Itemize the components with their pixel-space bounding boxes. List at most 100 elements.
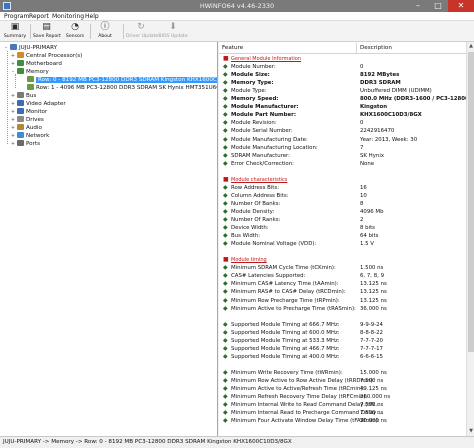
tree-node[interactable]: + Monitor <box>10 108 47 116</box>
grid-row[interactable]: ◆ Supported Module Timing at 400.0 MHz: 6-… <box>219 353 474 361</box>
sensors-button[interactable]: ◔ Sensors <box>63 22 87 41</box>
menu-monitoring[interactable]: Monitoring <box>52 13 84 20</box>
scrollbar-thumb[interactable] <box>468 52 474 352</box>
grid-row[interactable]: ◆ Number Of Banks: 8 <box>219 200 474 208</box>
expand-toggle-icon[interactable]: + <box>10 108 16 116</box>
grid-row[interactable]: ◆ Bus Width: 64 bits <box>219 232 474 240</box>
grid-row[interactable]: ◆ Minimum Active to Active/Refresh Time (… <box>219 385 474 393</box>
tree-node[interactable]: Row: 1 - 4096 MB PC3-12800 DDR3 SDRAM SK… <box>20 84 217 92</box>
close-button[interactable]: ✕ <box>448 0 474 12</box>
grid-row[interactable]: ◆ Module Number: 0 <box>219 63 474 71</box>
about-button[interactable]: ⓘ About <box>94 22 116 41</box>
details-grid[interactable]: Feature Description ■ General Module Info… <box>219 42 474 436</box>
grid-row[interactable]: ◆ SDRAM Manufacturer: SK Hynix <box>219 152 474 160</box>
grid-row[interactable]: ◆ Device Width: 8 bits <box>219 224 474 232</box>
scroll-down-icon[interactable]: ▼ <box>467 428 474 434</box>
grid-row[interactable]: ◆ Minimum Write Recovery Time (tWRmin): 15… <box>219 369 474 377</box>
feature-value: 4096 Mb <box>360 208 384 215</box>
grid-row[interactable]: ◆ Memory Type: DDR3 SDRAM <box>219 79 474 87</box>
column-header-feature[interactable]: Feature <box>222 45 243 51</box>
menu-help[interactable]: Help <box>85 13 99 20</box>
tree-node[interactable]: + Audio <box>10 124 42 132</box>
audio-icon <box>17 124 24 130</box>
grid-row[interactable]: ◆ Minimum SDRAM Cycle Time (tCKmin): 1.500… <box>219 264 474 272</box>
grid-row[interactable]: ◆ Supported Module Timing at 600.0 MHz: 8-… <box>219 329 474 337</box>
column-separator[interactable] <box>356 43 357 54</box>
tree-node[interactable]: – Memory <box>10 68 49 76</box>
expand-toggle-icon[interactable]: + <box>10 140 16 148</box>
expand-toggle-icon[interactable]: + <box>10 60 16 68</box>
tree-node[interactable]: + Motherboard <box>10 60 62 68</box>
section-header[interactable]: ■ Module timing <box>219 256 474 264</box>
grid-row[interactable]: ◆ Module Part Number: KHX1600C10D3/8GX <box>219 111 474 119</box>
grid-row[interactable]: ◆ Minimum RAS# to CAS# Delay (tRCDmin): 13… <box>219 288 474 296</box>
grid-row[interactable]: ◆ Module Density: 4096 Mb <box>219 208 474 216</box>
grid-row[interactable]: ◆ Column Address Bits: 10 <box>219 192 474 200</box>
section-header[interactable]: ■ General Module Information <box>219 55 474 63</box>
grid-row[interactable]: ◆ Minimum CAS# Latency Time (tAAmin): 13.1… <box>219 280 474 288</box>
tree-node[interactable]: + Video Adapter <box>10 100 66 108</box>
grid-row[interactable]: ◆ Module Serial Number: 2242916470 <box>219 127 474 135</box>
property-icon: ◆ <box>223 87 228 95</box>
tree-node[interactable]: + Central Processor(s) <box>10 52 82 60</box>
tree-node[interactable]: + Drives <box>10 116 44 124</box>
driver-update-button[interactable]: ↻ Driver Update <box>126 22 158 41</box>
grid-row[interactable]: ◆ Minimum Internal Read to Precharge Comm… <box>219 409 474 417</box>
grid-row[interactable]: ◆ Minimum Four Activate Window Delay Time… <box>219 417 474 425</box>
maximize-button[interactable]: □ <box>428 0 448 12</box>
property-icon: ◆ <box>223 95 228 103</box>
feature-name: Module Manufacturing Location: <box>231 144 318 151</box>
expand-toggle-icon[interactable]: – <box>10 68 16 76</box>
grid-row[interactable]: ◆ Memory Speed: 800.0 MHz (DDR3-1600 / PC3… <box>219 95 474 103</box>
grid-row[interactable]: ◆ CAS# Latencies Supported: 6, 7, 8, 9 <box>219 272 474 280</box>
grid-row[interactable]: ◆ Supported Module Timing at 533.3 MHz: 7-… <box>219 337 474 345</box>
menu-report[interactable]: Report <box>29 13 49 20</box>
expand-toggle-icon[interactable]: + <box>10 92 16 100</box>
grid-row[interactable]: ◆ Minimum Row Active to Row Active Delay … <box>219 377 474 385</box>
grid-row[interactable]: ◆ Module Manufacturing Date: Year: 2013, W… <box>219 136 474 144</box>
grid-row[interactable]: ◆ Module Nominal Voltage (VDD): 1.5 V <box>219 240 474 248</box>
tree-root[interactable]: – JUJU-PRIMARY <box>3 44 57 52</box>
property-icon: ◆ <box>223 79 228 87</box>
feature-value: 13.125 ns <box>360 289 387 296</box>
column-header-description[interactable]: Description <box>360 45 392 51</box>
scroll-up-icon[interactable]: ▲ <box>467 43 474 49</box>
expand-toggle-icon[interactable]: + <box>10 52 16 60</box>
save-report-button[interactable]: ▤ Save Report <box>33 22 61 41</box>
grid-row[interactable]: ◆ Module Revision: 0 <box>219 119 474 127</box>
grid-row[interactable]: ◆ Module Type: Unbuffered DIMM (UDIMM) <box>219 87 474 95</box>
feature-value: 15.000 ns <box>360 369 387 376</box>
grid-row[interactable]: ◆ Module Manufacturing Location: 7 <box>219 144 474 152</box>
tree-node[interactable]: + Ports <box>10 140 40 148</box>
grid-row[interactable]: ◆ Supported Module Timing at 466.7 MHz: 7-… <box>219 345 474 353</box>
grid-row[interactable]: ◆ Error Check/Correction: None <box>219 160 474 168</box>
grid-row[interactable]: ◆ Minimum Row Precharge Time (tRPmin): 13.… <box>219 297 474 305</box>
grid-row[interactable]: ◆ Supported Module Timing at 666.7 MHz: 9-… <box>219 321 474 329</box>
expand-toggle-icon[interactable]: – <box>3 44 9 52</box>
expand-toggle-icon[interactable]: + <box>10 132 16 140</box>
drive-icon <box>17 116 24 122</box>
expand-toggle-icon[interactable]: + <box>10 116 16 124</box>
property-icon: ◆ <box>223 368 228 376</box>
tree-node[interactable]: Row: 0 - 8192 MB PC3-12800 DDR3 SDRAM Ki… <box>20 76 217 84</box>
device-tree[interactable]: – JUJU-PRIMARY + Central Processor(s) + Mothe… <box>0 42 218 436</box>
summary-button[interactable]: ▣ Summary <box>3 22 27 41</box>
tree-node-label: Bus <box>26 93 37 99</box>
grid-row[interactable]: ◆ Module Size: 8192 MBytes <box>219 71 474 79</box>
bios-update-button[interactable]: ⬇ BIOS Update <box>158 22 188 41</box>
minimize-button[interactable]: – <box>408 0 428 12</box>
grid-row[interactable]: ◆ Minimum Active to Precharge Time (tRASm… <box>219 305 474 313</box>
tree-node[interactable]: + Bus <box>10 92 36 100</box>
grid-row[interactable]: ◆ Row Address Bits: 16 <box>219 184 474 192</box>
grid-row[interactable]: ◆ Minimum Refresh Recovery Time Delay (tR… <box>219 393 474 401</box>
section-header[interactable]: ■ Module characteristics <box>219 176 474 184</box>
tree-node[interactable]: + Network <box>10 132 49 140</box>
menu-program[interactable]: Program <box>4 13 29 20</box>
grid-row[interactable]: ◆ Module Manufacturer: Kingston <box>219 103 474 111</box>
grid-row[interactable]: ◆ Number Of Ranks: 2 <box>219 216 474 224</box>
expand-toggle-icon[interactable]: + <box>10 100 16 108</box>
grid-row[interactable]: ◆ Minimum Internal Write to Read Command … <box>219 401 474 409</box>
property-icon: ◆ <box>223 304 228 312</box>
expand-toggle-icon[interactable]: + <box>10 124 16 132</box>
vertical-scrollbar[interactable]: ▲ ▼ <box>466 42 474 436</box>
